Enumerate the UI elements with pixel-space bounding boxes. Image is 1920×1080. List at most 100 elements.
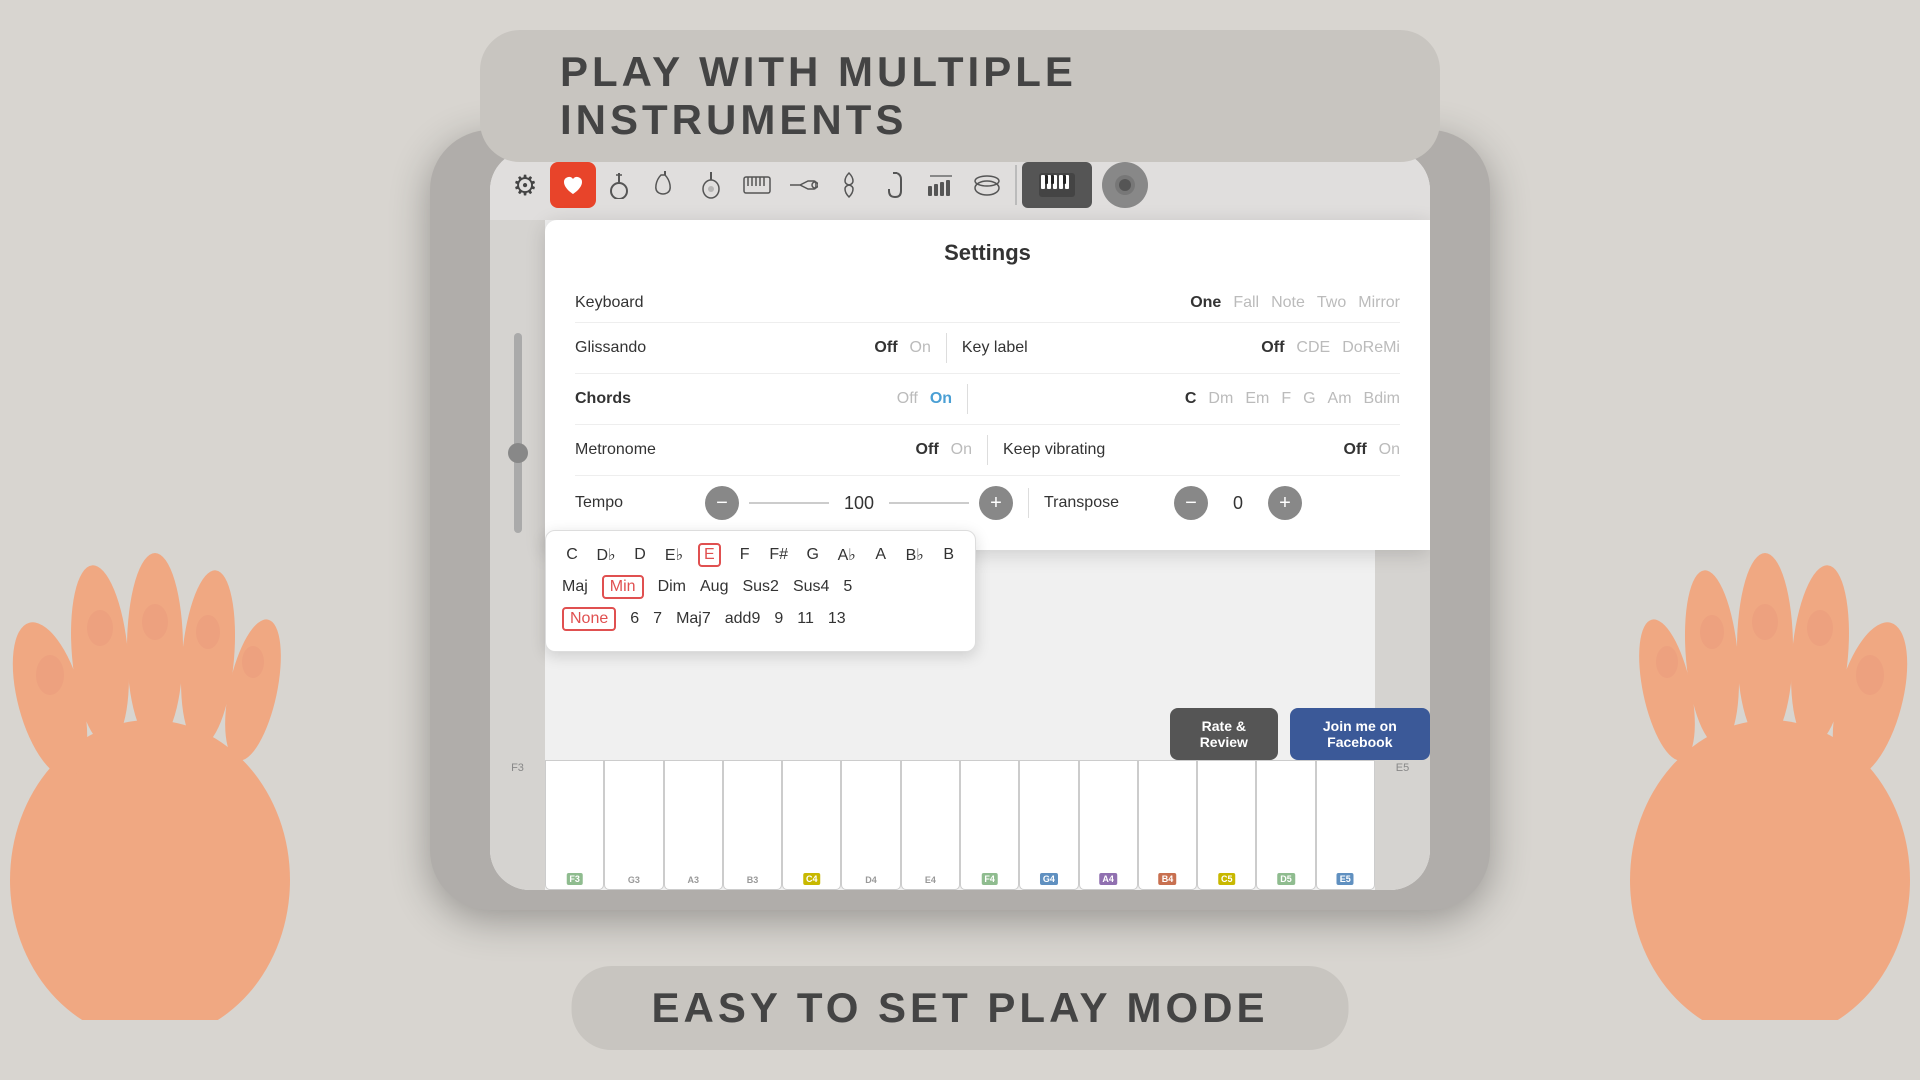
- keyboard-label: Keyboard: [575, 294, 695, 312]
- chord-note-b[interactable]: B: [939, 546, 959, 564]
- transpose-minus[interactable]: −: [1174, 486, 1208, 520]
- key-label-doremi[interactable]: DoReMi: [1342, 339, 1400, 357]
- chord-sus4[interactable]: Sus4: [793, 578, 829, 596]
- chord-7[interactable]: 7: [653, 610, 662, 628]
- chord-note-fsharp[interactable]: F#: [769, 546, 789, 564]
- white-key-c5[interactable]: C5: [1197, 760, 1256, 890]
- white-key-f4[interactable]: F4: [960, 760, 1019, 890]
- tempo-minus[interactable]: −: [705, 486, 739, 520]
- white-key-b4[interactable]: B4: [1138, 760, 1197, 890]
- instrument-violin[interactable]: [826, 162, 872, 208]
- white-key-e5[interactable]: E5: [1316, 760, 1375, 890]
- white-key-e4[interactable]: E4: [901, 760, 960, 890]
- keyboard-opt-two[interactable]: Two: [1317, 294, 1346, 312]
- white-key-d4[interactable]: D4: [841, 760, 900, 890]
- chord-dim[interactable]: Dim: [658, 578, 686, 596]
- chord-g[interactable]: G: [1303, 390, 1315, 408]
- chord-add9[interactable]: add9: [725, 610, 761, 628]
- chord-note-eb[interactable]: E♭: [664, 545, 684, 565]
- chord-f[interactable]: F: [1281, 390, 1291, 408]
- chord-maj7[interactable]: Maj7: [676, 610, 711, 628]
- bottom-banner: EASY TO SET PLAY MODE: [572, 966, 1349, 1050]
- white-key-g3[interactable]: G3: [604, 760, 663, 890]
- key-label-cde[interactable]: CDE: [1296, 339, 1330, 357]
- chord-note-g[interactable]: G: [803, 546, 823, 564]
- keep-vibrating-off[interactable]: Off: [1344, 441, 1367, 459]
- volume-slider-left[interactable]: [514, 333, 522, 533]
- tempo-controls: − 100 +: [705, 486, 1013, 520]
- instrument-acoustic-guitar[interactable]: [688, 162, 734, 208]
- instrument-banjo[interactable]: [596, 162, 642, 208]
- white-key-d5[interactable]: D5: [1256, 760, 1315, 890]
- keyboard-opt-fall[interactable]: Fall: [1233, 294, 1259, 312]
- chord-5[interactable]: 5: [843, 578, 852, 596]
- chord-13[interactable]: 13: [828, 610, 846, 628]
- chord-11[interactable]: 11: [797, 610, 814, 628]
- white-key-g4[interactable]: G4: [1019, 760, 1078, 890]
- chords-off[interactable]: Off: [897, 390, 918, 408]
- transpose-plus[interactable]: +: [1268, 486, 1302, 520]
- instrument-heart[interactable]: [550, 162, 596, 208]
- chord-note-e[interactable]: E: [698, 543, 721, 567]
- instrument-electric-guitar[interactable]: [642, 162, 688, 208]
- transpose-controls: − 0 +: [1174, 486, 1302, 520]
- chord-note-f[interactable]: F: [735, 546, 755, 564]
- glissando-label: Glissando: [575, 339, 695, 357]
- chord-am[interactable]: Am: [1328, 390, 1352, 408]
- review-button[interactable]: Rate & Review: [1170, 708, 1278, 760]
- d4-key-label: D4: [865, 875, 877, 885]
- chord-note-c[interactable]: C: [562, 546, 582, 564]
- chord-notes-row: C D♭ D E♭ E F F# G A♭ A B♭ B: [562, 543, 959, 567]
- chord-6[interactable]: 6: [630, 610, 639, 628]
- glissando-on[interactable]: On: [910, 339, 931, 357]
- chords-on[interactable]: On: [930, 390, 952, 408]
- tempo-line: [749, 502, 829, 504]
- chord-aug[interactable]: Aug: [700, 578, 728, 596]
- glissando-row: Glissando Off On Key label Off CDE DoReM…: [575, 323, 1400, 374]
- key-label-off[interactable]: Off: [1261, 339, 1284, 357]
- toolbar-divider: [1015, 165, 1017, 205]
- chord-note-ab[interactable]: A♭: [837, 545, 857, 565]
- keep-vibrating-on[interactable]: On: [1379, 441, 1400, 459]
- facebook-button[interactable]: Join me on Facebook: [1290, 708, 1430, 760]
- chord-dm[interactable]: Dm: [1208, 390, 1233, 408]
- white-key-f3[interactable]: F3: [545, 760, 604, 890]
- chord-maj[interactable]: Maj: [562, 578, 588, 596]
- settings-panel: Settings Keyboard One Fall Note Two Mirr…: [545, 220, 1430, 550]
- chord-note-d[interactable]: D: [630, 546, 650, 564]
- metronome-on[interactable]: On: [951, 441, 972, 459]
- chord-note-bb[interactable]: B♭: [905, 545, 925, 565]
- chord-em[interactable]: Em: [1245, 390, 1269, 408]
- glissando-off[interactable]: Off: [874, 339, 897, 357]
- white-key-a3[interactable]: A3: [664, 760, 723, 890]
- instrument-drums[interactable]: [964, 162, 1010, 208]
- chord-note-db[interactable]: D♭: [596, 545, 616, 565]
- record-button[interactable]: [1102, 162, 1148, 208]
- chord-none[interactable]: None: [562, 607, 616, 631]
- transpose-value: 0: [1218, 493, 1258, 514]
- gear-button[interactable]: ⚙: [500, 160, 550, 210]
- chord-types-row2: None 6 7 Maj7 add9 9 11 13: [562, 607, 959, 631]
- piano-mode-button[interactable]: [1022, 162, 1092, 208]
- instrument-saxophone[interactable]: [872, 162, 918, 208]
- tempo-plus[interactable]: +: [979, 486, 1013, 520]
- metronome-label: Metronome: [575, 441, 695, 459]
- tempo-value: 100: [839, 493, 879, 514]
- white-key-c4[interactable]: C4: [782, 760, 841, 890]
- chord-bdim[interactable]: Bdim: [1364, 390, 1400, 408]
- instrument-keyboard[interactable]: [734, 162, 780, 208]
- keyboard-opt-one[interactable]: One: [1190, 294, 1221, 312]
- chord-sus2[interactable]: Sus2: [742, 578, 778, 596]
- chord-note-a[interactable]: A: [871, 546, 891, 564]
- e5-key-label: E5: [1337, 873, 1354, 885]
- chord-9[interactable]: 9: [774, 610, 783, 628]
- chord-min[interactable]: Min: [602, 575, 644, 599]
- instrument-trumpet[interactable]: [780, 162, 826, 208]
- chord-c[interactable]: C: [1185, 390, 1197, 408]
- white-key-a4[interactable]: A4: [1079, 760, 1138, 890]
- keyboard-opt-mirror[interactable]: Mirror: [1358, 294, 1400, 312]
- keyboard-opt-note[interactable]: Note: [1271, 294, 1305, 312]
- metronome-off[interactable]: Off: [916, 441, 939, 459]
- white-key-b3[interactable]: B3: [723, 760, 782, 890]
- instrument-xylophone[interactable]: [918, 162, 964, 208]
